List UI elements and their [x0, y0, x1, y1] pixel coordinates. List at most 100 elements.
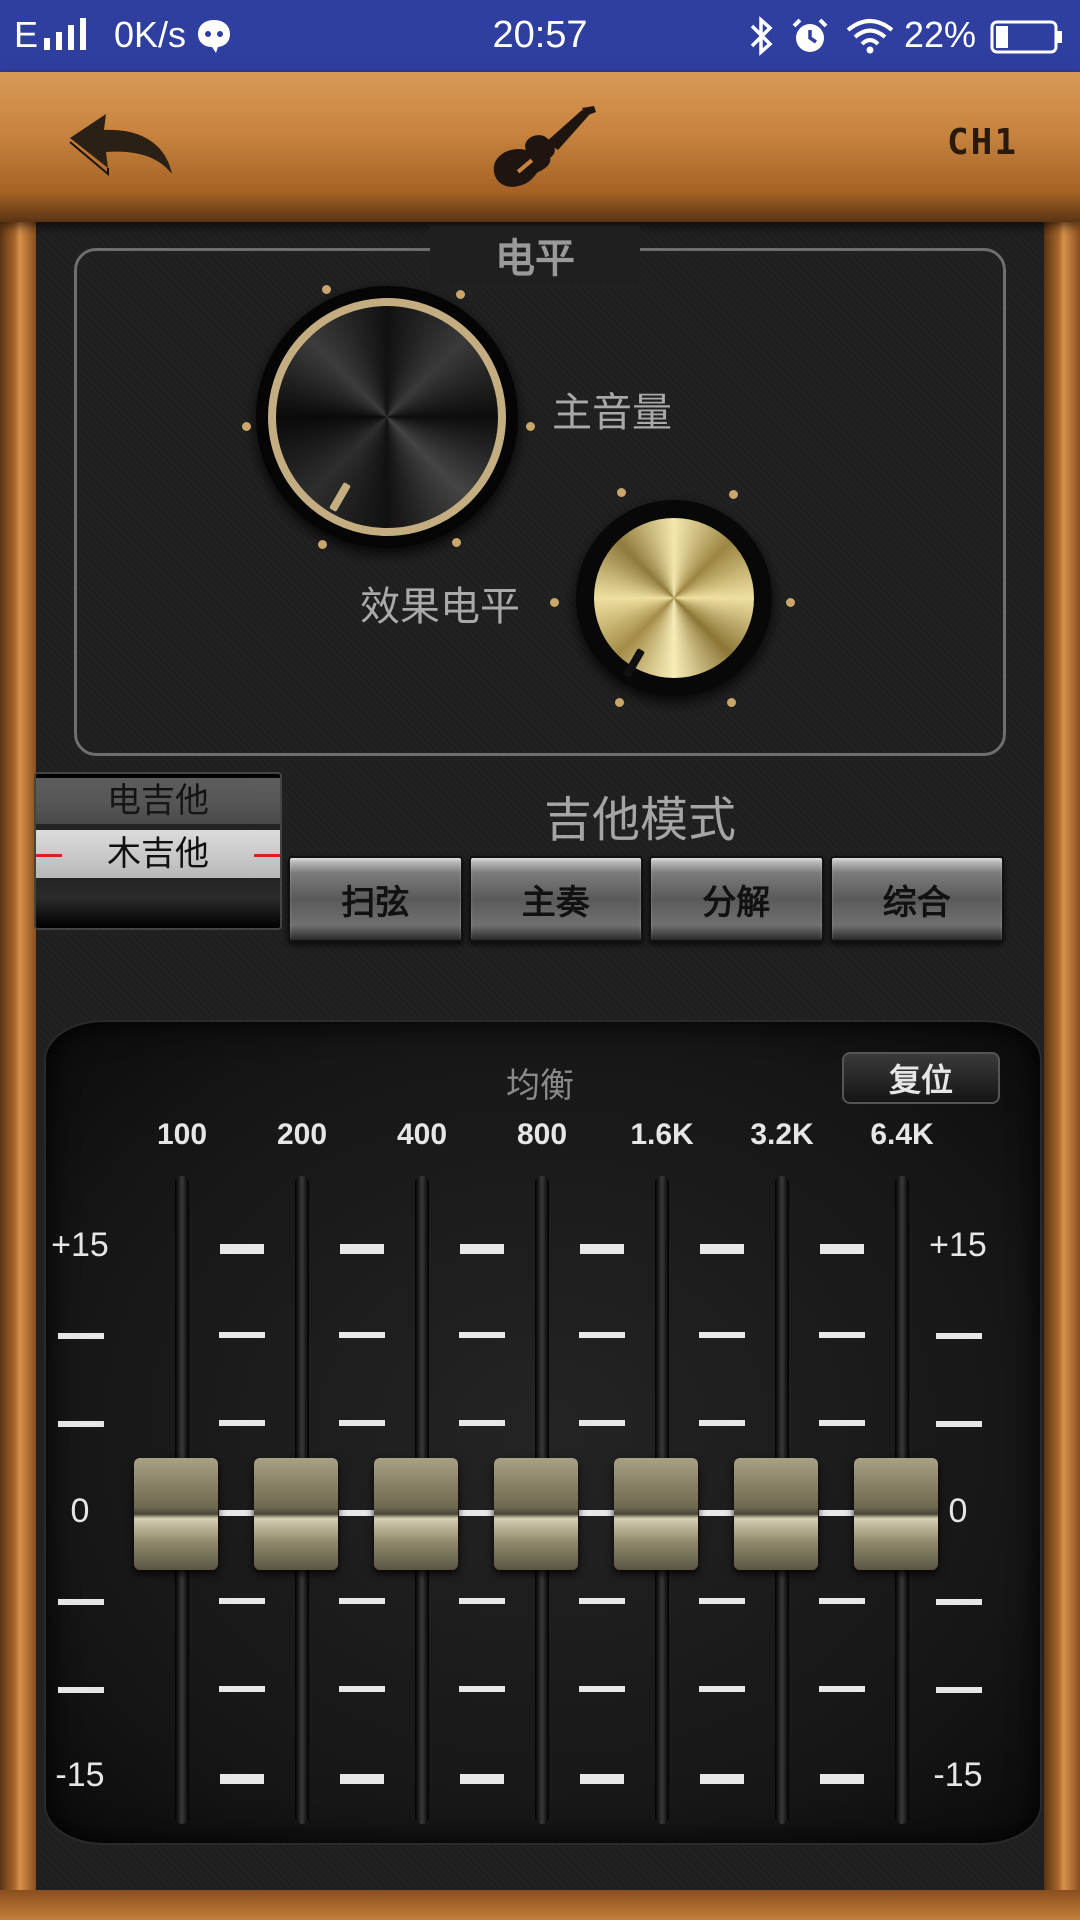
eq-tick: [579, 1332, 625, 1338]
eq-tick: [700, 1774, 744, 1784]
eq-tick: [220, 1774, 264, 1784]
effect-level-knob[interactable]: [576, 500, 772, 696]
eq-tick: [699, 1686, 745, 1692]
eq-tick: [339, 1598, 385, 1604]
frequency-label: 6.4K: [870, 1118, 934, 1151]
eq-tick: [340, 1774, 384, 1784]
eq-tick: [340, 1244, 384, 1254]
eq-slider-thumb[interactable]: [374, 1458, 458, 1570]
eq-slider-thumb[interactable]: [854, 1458, 938, 1570]
frequency-label: 1.6K: [630, 1118, 694, 1151]
eq-tick: [220, 1244, 264, 1254]
eq-tick: [459, 1686, 505, 1692]
eq-tick: [460, 1774, 504, 1784]
alarm-icon: [792, 18, 828, 52]
eq-tick: [459, 1598, 505, 1604]
scale-dot: [729, 490, 738, 499]
eq-tick: [819, 1686, 865, 1692]
scale-dot: [786, 598, 795, 607]
scale-dash-right: [936, 1421, 982, 1427]
eq-tick: [220, 1420, 264, 1426]
scale-dash-left: [58, 1333, 104, 1339]
electric-guitar-icon: [493, 106, 596, 187]
selection-marker-left: [36, 854, 62, 857]
battery-icon: [990, 20, 1062, 54]
mode-combined-button[interactable]: 综合: [829, 856, 1004, 942]
eq-tick: [580, 1244, 624, 1254]
battery-percent: 22%: [904, 14, 977, 55]
option-acoustic-guitar[interactable]: 木吉他: [36, 830, 280, 878]
scale-dot: [452, 538, 461, 547]
level-section: [74, 248, 1006, 756]
scale-dot: [322, 285, 331, 294]
scale-dot: [617, 488, 626, 497]
back-arrow-icon[interactable]: [62, 108, 182, 188]
frequency-label: 200: [276, 1118, 328, 1151]
bluetooth-icon: [750, 16, 773, 56]
selection-marker-right: [254, 854, 280, 857]
scale-dash-left: [58, 1687, 104, 1693]
eq-tick: [339, 1332, 385, 1338]
eq-slider-thumb[interactable]: [494, 1458, 578, 1570]
wood-frame-right: [1044, 72, 1080, 1920]
frequency-label: 100: [156, 1118, 208, 1151]
eq-slider-thumb[interactable]: [734, 1458, 818, 1570]
mode-strum-button[interactable]: 扫弦: [288, 856, 463, 942]
eq-tick: [460, 1244, 504, 1254]
scale-dot: [615, 698, 624, 707]
eq-tick: [819, 1598, 865, 1604]
eq-slider-thumb[interactable]: [134, 1458, 218, 1570]
eq-tick: [820, 1244, 864, 1254]
wood-frame-left: [0, 72, 36, 1920]
scale-dot: [318, 540, 327, 549]
scale-label-right-top: +15: [929, 1226, 987, 1264]
level-title: 电平: [430, 226, 640, 284]
eq-tick: [820, 1774, 864, 1784]
scale-label-right-bottom: -15: [933, 1756, 983, 1794]
channel-label: CH1: [946, 122, 1018, 163]
scale-dash-left: [58, 1421, 104, 1427]
mode-arpeggio-button[interactable]: 分解: [649, 856, 824, 942]
master-volume-label: 主音量: [552, 390, 672, 436]
eq-tick: [699, 1598, 745, 1604]
master-knob-face: [268, 298, 506, 536]
eq-tick: [819, 1420, 865, 1426]
scale-label-left-bottom: -15: [55, 1756, 105, 1794]
scale-dot: [550, 598, 559, 607]
wifi-icon: [846, 19, 894, 54]
eq-tick: [459, 1420, 505, 1426]
eq-tick: [579, 1686, 625, 1692]
effect-knob-face: [594, 518, 754, 678]
eq-tick: [699, 1420, 745, 1426]
eq-slider-thumb[interactable]: [614, 1458, 698, 1570]
scale-dot: [242, 422, 251, 431]
equalizer-title: 均衡: [506, 1066, 574, 1106]
frequency-label: 400: [396, 1118, 448, 1151]
guitar-mode-title: 吉他模式: [543, 792, 736, 848]
effect-level-label: 效果电平: [360, 584, 520, 630]
eq-tick: [580, 1774, 624, 1784]
eq-tick: [220, 1686, 264, 1692]
scale-dot: [456, 290, 465, 299]
eq-tick: [459, 1332, 505, 1338]
scale-dash-right: [936, 1333, 982, 1339]
master-volume-knob[interactable]: [256, 286, 518, 548]
reset-button[interactable]: 复位: [842, 1052, 1000, 1104]
scale-dot: [727, 698, 736, 707]
eq-tick: [339, 1686, 385, 1692]
guitar-mode-buttons: 扫弦 主奏 分解 综合: [288, 856, 1004, 942]
eq-tick: [819, 1332, 865, 1338]
eq-slider-thumb[interactable]: [254, 1458, 338, 1570]
eq-tick: [699, 1332, 745, 1338]
eq-tick: [700, 1244, 744, 1254]
eq-tick: [579, 1598, 625, 1604]
frequency-label: 800: [516, 1118, 568, 1151]
option-electric-guitar[interactable]: 电吉他: [36, 778, 280, 824]
eq-tick: [220, 1332, 264, 1338]
guitar-type-picker[interactable]: 电吉他 木吉他: [34, 772, 282, 930]
mode-lead-button[interactable]: 主奏: [468, 856, 643, 942]
wood-frame-bottom: [0, 1890, 1080, 1920]
frequency-label: 3.2K: [750, 1118, 814, 1151]
eq-tick: [220, 1598, 264, 1604]
eq-tick: [339, 1420, 385, 1426]
